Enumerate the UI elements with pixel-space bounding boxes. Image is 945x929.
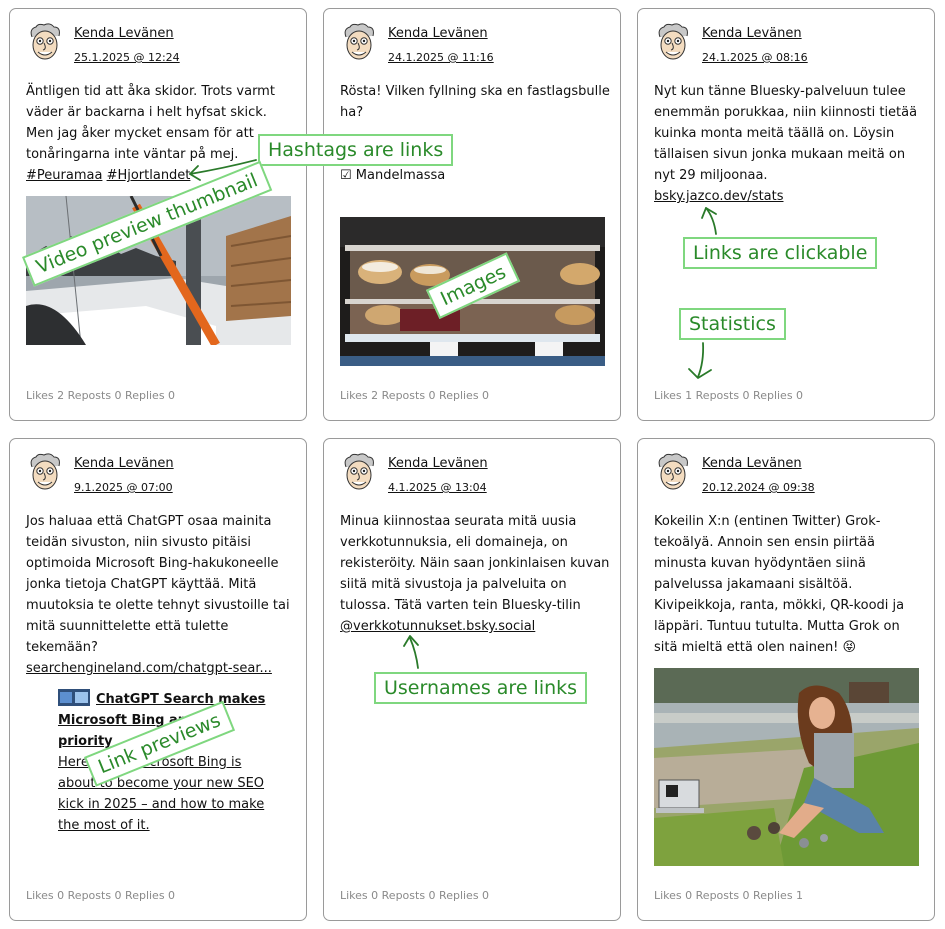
post-body: Nyt kun tänne Bluesky-palveluun tulee en… bbox=[654, 81, 924, 207]
post-statistics: Likes 2 Reposts 0 Replies 0 bbox=[26, 389, 176, 402]
post-statistics: Likes 0 Reposts 0 Replies 0 bbox=[340, 889, 490, 902]
post-card: Kenda Levänen 24.1.2025 @ 11:16 Rösta! V… bbox=[323, 8, 621, 421]
post-date[interactable]: 25.1.2025 @ 12:24 bbox=[74, 51, 180, 64]
post-text: Rösta! Vilken fyllning ska en fastlagsbu… bbox=[340, 84, 610, 120]
annotation-hashtags: Hashtags are links bbox=[258, 134, 454, 166]
poll-option[interactable]: ☑ Mandelmassa bbox=[340, 165, 610, 186]
post-link[interactable]: bsky.jazco.dev/stats bbox=[654, 189, 784, 204]
post-date[interactable]: 4.1.2025 @ 13:04 bbox=[388, 481, 487, 494]
username-link[interactable]: @verkkotunnukset.bsky.social bbox=[340, 619, 535, 634]
post-statistics: Likes 0 Reposts 0 Replies 0 bbox=[26, 889, 176, 902]
post-body: Minua kiinnostaa seurata mitä uusia verk… bbox=[340, 511, 610, 637]
post-body: Kokeilin X:n (entinen Twitter) Grok-teko… bbox=[654, 511, 924, 658]
author-name[interactable]: Kenda Levänen bbox=[388, 26, 488, 41]
avatar bbox=[658, 453, 688, 490]
post-text: Nyt kun tänne Bluesky-palveluun tulee en… bbox=[654, 84, 918, 183]
avatar bbox=[344, 23, 374, 60]
post-body: Jos haluaa että ChatGPT osaa mainita tei… bbox=[26, 511, 296, 679]
post-text: Jos haluaa että ChatGPT osaa mainita tei… bbox=[26, 514, 290, 655]
annotation-statistics: Statistics bbox=[679, 308, 786, 340]
post-text: Kokeilin X:n (entinen Twitter) Grok-teko… bbox=[654, 514, 905, 655]
hashtag-link[interactable]: #Peuramaa bbox=[26, 168, 102, 183]
post-text: Äntligen tid att åka skidor. Trots varmt… bbox=[26, 84, 275, 162]
author-name[interactable]: Kenda Levänen bbox=[702, 26, 802, 41]
post-date[interactable]: 9.1.2025 @ 07:00 bbox=[74, 481, 173, 494]
avatar bbox=[30, 453, 60, 490]
post-statistics: Likes 2 Reposts 0 Replies 0 bbox=[340, 389, 490, 402]
post-date[interactable]: 24.1.2025 @ 08:16 bbox=[702, 51, 808, 64]
post-statistics: Likes 0 Reposts 0 Replies 1 bbox=[654, 889, 804, 902]
author-name[interactable]: Kenda Levänen bbox=[74, 456, 174, 471]
post-card: Kenda Levänen 24.1.2025 @ 08:16 Nyt kun … bbox=[637, 8, 935, 421]
post-card: Kenda Levänen 9.1.2025 @ 07:00 Jos halua… bbox=[9, 438, 307, 921]
post-text: Minua kiinnostaa seurata mitä uusia verk… bbox=[340, 514, 610, 613]
post-card: Kenda Levänen 20.12.2024 @ 09:38 Kokeili… bbox=[637, 438, 935, 921]
avatar bbox=[30, 23, 60, 60]
annotation-usernames: Usernames are links bbox=[374, 672, 588, 704]
author-name[interactable]: Kenda Levänen bbox=[74, 26, 174, 41]
post-date[interactable]: 20.12.2024 @ 09:38 bbox=[702, 481, 815, 494]
avatar bbox=[344, 453, 374, 490]
post-statistics: Likes 1 Reposts 0 Replies 0 bbox=[654, 389, 804, 402]
post-link[interactable]: searchengineland.com/chatgpt-sear... bbox=[26, 661, 272, 676]
author-name[interactable]: Kenda Levänen bbox=[388, 456, 488, 471]
post-date[interactable]: 24.1.2025 @ 11:16 bbox=[388, 51, 494, 64]
annotation-links: Links are clickable bbox=[683, 237, 878, 269]
avatar bbox=[658, 23, 688, 60]
hashtag-link[interactable]: #Hjortlandet bbox=[107, 168, 191, 183]
author-name[interactable]: Kenda Levänen bbox=[702, 456, 802, 471]
post-image[interactable] bbox=[654, 668, 919, 866]
link-preview-thumbnail bbox=[58, 689, 90, 706]
